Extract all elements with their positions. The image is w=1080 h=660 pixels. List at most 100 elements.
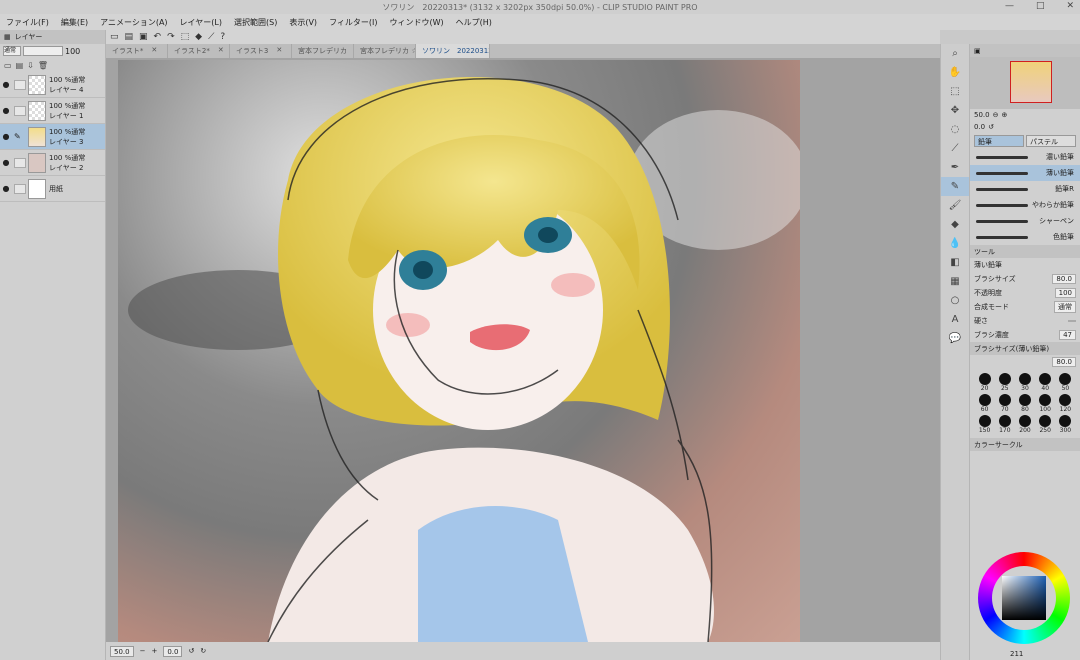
navigator-thumbnail[interactable]: [1010, 61, 1052, 103]
new-file-icon[interactable]: ▭: [110, 32, 119, 42]
lock-icon[interactable]: [14, 183, 26, 194]
move-tool-icon[interactable]: ✥: [941, 101, 969, 120]
close-icon[interactable]: ✕: [218, 46, 224, 56]
menu-edit[interactable]: 編集(E): [61, 17, 88, 28]
fill-icon[interactable]: ◆: [195, 32, 202, 42]
opacity-slider[interactable]: [23, 46, 63, 56]
brush-size-tab[interactable]: ブラシサイズ(薄い鉛筆): [970, 342, 1080, 355]
size-preset[interactable]: 40: [1037, 373, 1054, 392]
brush-item-selected[interactable]: 薄い鉛筆: [970, 165, 1080, 181]
layer-row-active[interactable]: ● ✎ 100 %通常 レイヤー 3: [0, 124, 105, 150]
pen-icon[interactable]: ✎: [14, 132, 26, 142]
brush-item[interactable]: 鉛筆R: [970, 181, 1080, 197]
menu-layer[interactable]: レイヤー(L): [180, 17, 222, 28]
layer-row[interactable]: ● 100 %通常 レイヤー 1: [0, 98, 105, 124]
pencil-tool-icon[interactable]: ✎: [941, 177, 969, 196]
prop-value[interactable]: 47: [1059, 330, 1076, 340]
subtool-tab-pastel[interactable]: パステル: [1026, 135, 1076, 147]
lock-icon[interactable]: [14, 105, 26, 116]
navigator-panel[interactable]: [970, 57, 1080, 109]
color-wheel-tab[interactable]: カラーサークル: [970, 438, 1080, 451]
help-icon[interactable]: ?: [220, 32, 225, 42]
ruler-icon[interactable]: ⟋: [208, 32, 214, 42]
zoom-minus-icon[interactable]: −: [140, 647, 146, 655]
doc-tab[interactable]: イラスト3 ✕: [230, 44, 292, 58]
prop-brush-size[interactable]: ブラシサイズ 80.0: [970, 272, 1080, 286]
size-preset[interactable]: 100: [1037, 394, 1054, 413]
size-preset[interactable]: 80: [1016, 394, 1033, 413]
size-preset[interactable]: 30: [1016, 373, 1033, 392]
deselect-icon[interactable]: ⬚: [181, 32, 190, 42]
lock-icon[interactable]: [14, 79, 26, 90]
doc-tab[interactable]: イラスト* ✕: [106, 44, 168, 58]
new-layer-icon[interactable]: ▭: [4, 61, 12, 70]
redo-icon[interactable]: ↷: [167, 32, 175, 42]
merge-icon[interactable]: ⇩: [27, 61, 34, 70]
size-preset[interactable]: 60: [976, 394, 993, 413]
zoom-field[interactable]: 50.0: [110, 645, 134, 657]
text-tool-icon[interactable]: A: [941, 310, 969, 329]
size-preset[interactable]: 300: [1057, 415, 1074, 434]
blend-mode-select[interactable]: 通常: [3, 46, 21, 56]
prop-blend-mode[interactable]: 合成モード 通常: [970, 300, 1080, 314]
operation-tool-icon[interactable]: ⬚: [941, 82, 969, 101]
nav-zoom-value[interactable]: 50.0: [974, 111, 990, 119]
doc-tab-active[interactable]: ソワリン 20220313*✕: [416, 44, 490, 58]
angle-field[interactable]: 0.0: [163, 645, 183, 657]
color-wheel[interactable]: [978, 552, 1070, 644]
eraser-tool-icon[interactable]: ◆: [941, 215, 969, 234]
canvas-area[interactable]: [106, 58, 940, 642]
delete-layer-icon[interactable]: 🗑: [38, 61, 48, 70]
layer-opacity-value[interactable]: 100: [65, 47, 80, 56]
layer-row[interactable]: ● 100 %通常 レイヤー 4: [0, 72, 105, 98]
balloon-tool-icon[interactable]: 💬: [941, 329, 969, 348]
eye-icon[interactable]: ●: [0, 80, 12, 89]
lock-icon[interactable]: [14, 157, 26, 168]
doc-tab[interactable]: 宮本フレデリカ✕: [292, 44, 354, 58]
fill-tool-icon[interactable]: ◧: [941, 253, 969, 272]
new-folder-icon[interactable]: ▤: [16, 61, 24, 70]
prop-value[interactable]: [1068, 320, 1076, 322]
zoom-out-icon[interactable]: ⊖: [993, 111, 999, 119]
blend-tool-icon[interactable]: 💧: [941, 234, 969, 253]
size-preset[interactable]: 120: [1057, 394, 1074, 413]
menu-file[interactable]: ファイル(F): [6, 17, 49, 28]
drawing-canvas[interactable]: [118, 60, 800, 642]
menu-filter[interactable]: フィルター(I): [329, 17, 377, 28]
minimize-button[interactable]: —: [1005, 1, 1014, 11]
brush-item[interactable]: シャーペン: [970, 213, 1080, 229]
open-file-icon[interactable]: ▤: [125, 32, 134, 42]
brush-item[interactable]: 濃い鉛筆: [970, 149, 1080, 165]
size-preset[interactable]: 70: [996, 394, 1013, 413]
size-preset[interactable]: 170: [996, 415, 1013, 434]
maximize-button[interactable]: □: [1036, 1, 1045, 11]
close-button[interactable]: ✕: [1066, 1, 1074, 11]
close-icon[interactable]: ✕: [276, 46, 282, 56]
doc-tab[interactable]: 宮本フレデリカ ☆✕: [354, 44, 416, 58]
gradient-tool-icon[interactable]: ▦: [941, 272, 969, 291]
figure-tool-icon[interactable]: ○: [941, 291, 969, 310]
brush-item[interactable]: やわらか鉛筆: [970, 197, 1080, 213]
zoom-plus-icon[interactable]: +: [151, 647, 157, 655]
eyedropper-tool-icon[interactable]: ⟋: [941, 139, 969, 158]
color-saturation-square[interactable]: [1002, 576, 1046, 620]
nav-angle-value[interactable]: 0.0: [974, 123, 985, 131]
lasso-tool-icon[interactable]: ◌: [941, 120, 969, 139]
layer-row[interactable]: ● 100 %通常 レイヤー 2: [0, 150, 105, 176]
layer-row-paper[interactable]: ● 用紙: [0, 176, 105, 202]
rotate-icon[interactable]: ↺: [988, 123, 994, 131]
brush-size-current[interactable]: 80.0: [1052, 357, 1076, 367]
pen-tool-icon[interactable]: ✒: [941, 158, 969, 177]
prop-value[interactable]: 100: [1054, 288, 1076, 298]
eye-icon[interactable]: ●: [0, 184, 12, 193]
brush-item[interactable]: 色鉛筆: [970, 229, 1080, 245]
rotate-left-icon[interactable]: ↺: [188, 647, 194, 655]
menu-animation[interactable]: アニメーション(A): [100, 17, 167, 28]
prop-value[interactable]: 通常: [1054, 301, 1076, 313]
eye-icon[interactable]: ●: [0, 132, 12, 141]
subtool-tab-pencil[interactable]: 鉛筆: [974, 135, 1024, 147]
menu-help[interactable]: ヘルプ(H): [456, 17, 492, 28]
prop-value[interactable]: 80.0: [1052, 274, 1076, 284]
navigator-tab[interactable]: ▣: [970, 44, 1080, 57]
size-preset[interactable]: 50: [1057, 373, 1074, 392]
